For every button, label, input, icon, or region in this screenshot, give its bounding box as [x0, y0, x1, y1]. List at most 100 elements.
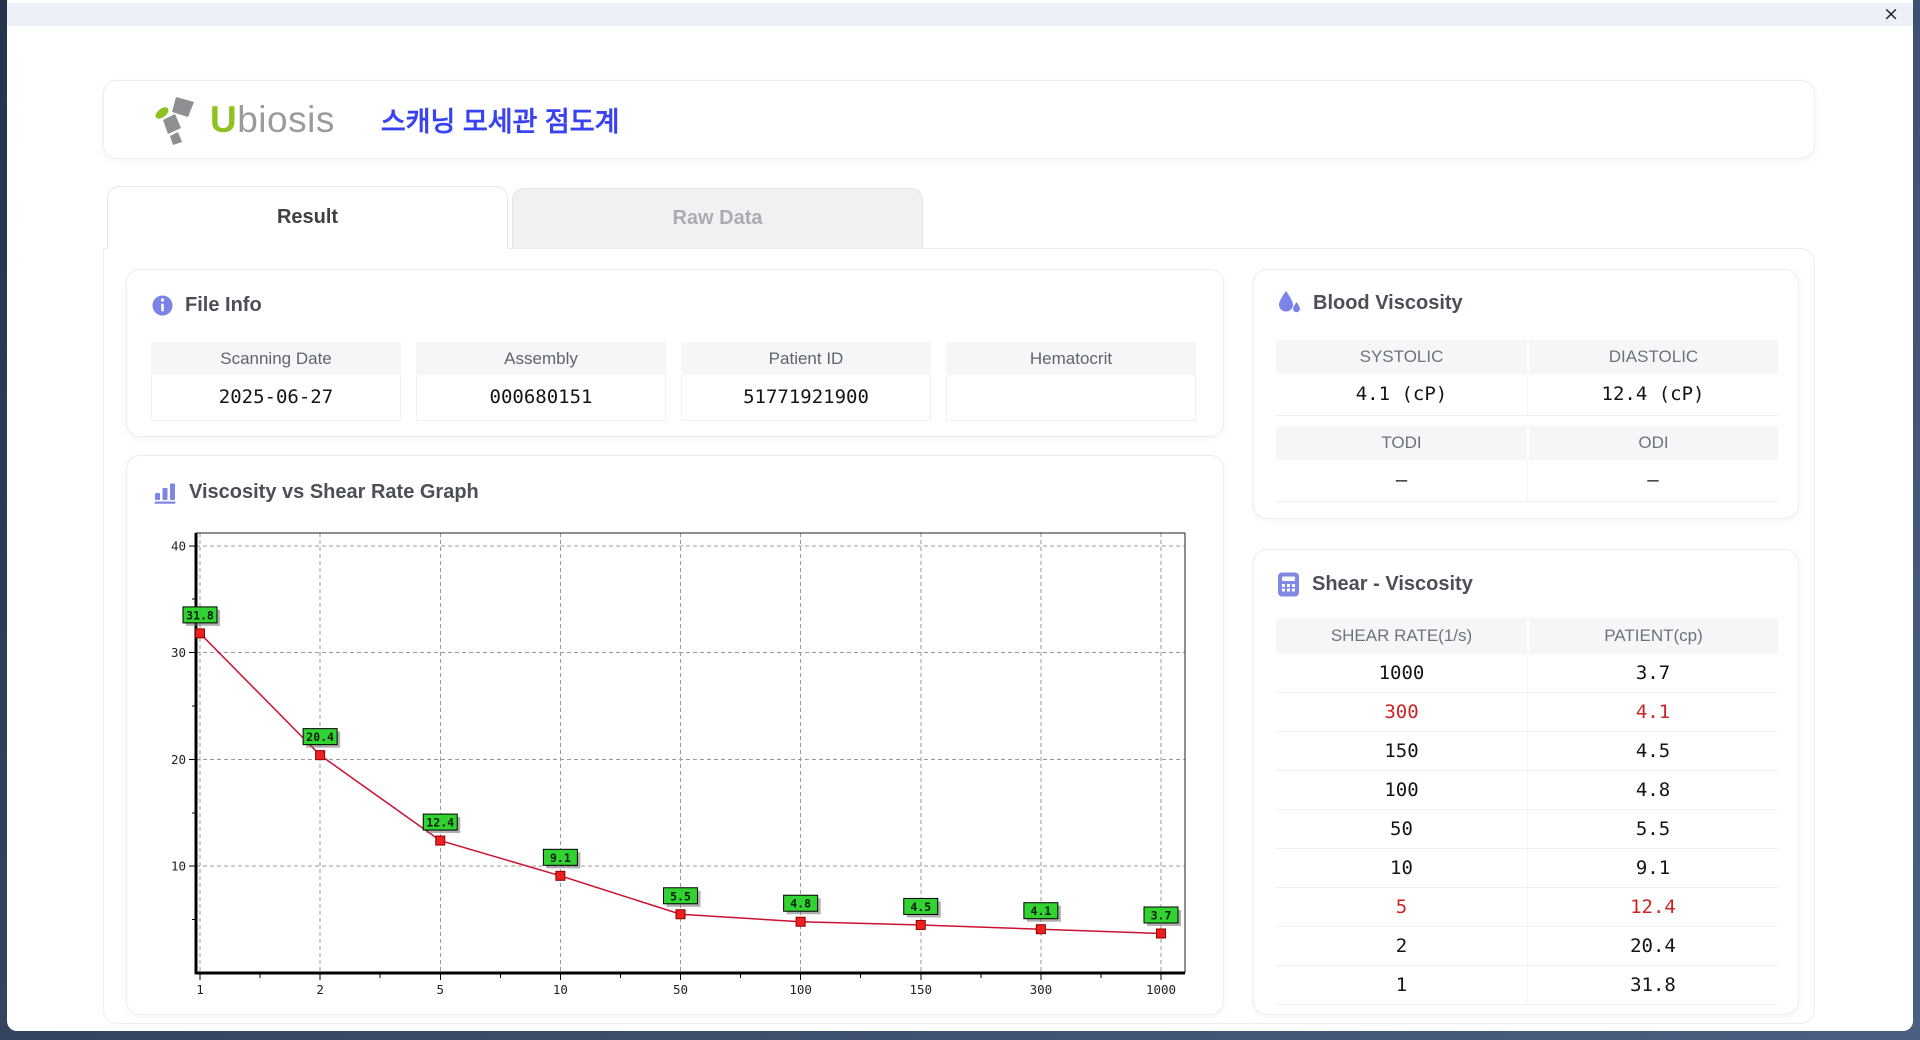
- shear-table-row: 1 31.8: [1276, 966, 1778, 1005]
- todi-header: TODI: [1381, 433, 1422, 452]
- shear-rate-cell: 50: [1390, 818, 1413, 840]
- y-tick-label: 30: [171, 645, 186, 660]
- shear-viscosity-heading: Shear - Viscosity: [1276, 572, 1473, 597]
- content-card: File Info Scanning Date 2025-06-27 Assem…: [103, 248, 1815, 1024]
- odi-value: –: [1527, 460, 1778, 501]
- logo-text-u: U: [210, 98, 238, 140]
- shear-table-header: SHEAR RATE(1/s) PATIENT(cp): [1276, 618, 1778, 654]
- blood-viscosity-heading: Blood Viscosity: [1276, 290, 1463, 316]
- logo: Ubiosis: [152, 93, 335, 147]
- shear-rate-cell: 300: [1384, 701, 1419, 723]
- shear-rate-cell: 10: [1390, 857, 1413, 879]
- shear-rate-cell: 150: [1384, 740, 1419, 762]
- shear-table-row: 1000 3.7: [1276, 654, 1778, 693]
- shear-table-row: 50 5.5: [1276, 810, 1778, 849]
- data-point-marker: [915, 919, 926, 930]
- todi-odi-table: TODI ODI – –: [1276, 426, 1778, 502]
- diastolic-value: 12.4 (cP): [1527, 374, 1778, 415]
- patient-cell: 3.7: [1527, 654, 1778, 692]
- shear-table-row: 10 9.1: [1276, 849, 1778, 888]
- shear-rate-cell: 1: [1395, 974, 1408, 996]
- logo-text-rest: biosis: [237, 98, 335, 140]
- blood-viscosity-card: Blood Viscosity SYSTOLIC DIASTOLIC 4.1 (…: [1253, 269, 1799, 519]
- patient-cell: 4.5: [1527, 732, 1778, 770]
- shear-rate-header: SHEAR RATE(1/s): [1330, 626, 1473, 645]
- x-tick-label: 2: [316, 982, 324, 997]
- tab-result[interactable]: Result: [107, 186, 508, 249]
- shear-table-row: 150 4.5: [1276, 732, 1778, 771]
- logo-text: Ubiosis: [210, 99, 335, 141]
- table-value-row: – –: [1276, 460, 1778, 502]
- close-icon[interactable]: ×: [1883, 3, 1899, 26]
- x-tick-label: 10: [553, 982, 568, 997]
- data-point-marker: [1035, 924, 1046, 935]
- patient-header: PATIENT(cp): [1527, 618, 1778, 654]
- shear-rate-cell: 2: [1395, 935, 1408, 957]
- data-point-marker: [795, 916, 806, 927]
- patient-cell: 9.1: [1527, 849, 1778, 887]
- y-tick-label: 20: [171, 752, 186, 767]
- shear-table-body: 1000 3.7 300 4.1 150 4.5 100 4.8 50 5.5 10 9.1 5 12.4…: [1276, 654, 1778, 1005]
- y-tick-label: 10: [171, 859, 186, 874]
- field-value: 51771921900: [681, 375, 931, 421]
- data-point-marker: [675, 909, 686, 920]
- file-info-card: File Info Scanning Date 2025-06-27 Assem…: [126, 269, 1224, 437]
- file-info-heading: File Info: [151, 294, 262, 317]
- todi-value: –: [1395, 469, 1408, 491]
- patient-cell: 5.5: [1527, 810, 1778, 848]
- field-assembly: Assembly 000680151: [416, 342, 666, 421]
- systolic-value: 4.1 (cP): [1355, 383, 1448, 405]
- field-value: [946, 375, 1196, 421]
- table-header-row: TODI ODI: [1276, 426, 1778, 460]
- shear-rate-cell: 5: [1395, 896, 1408, 918]
- point-label-text: 4.1: [1030, 904, 1051, 918]
- file-info-title: File Info: [185, 294, 262, 316]
- table-header-row: SYSTOLIC DIASTOLIC: [1276, 340, 1778, 374]
- shear-table-row: 300 4.1: [1276, 693, 1778, 732]
- shear-rate-cell: 1000: [1378, 662, 1425, 684]
- field-value: 2025-06-27: [151, 375, 401, 421]
- tab-raw-data[interactable]: Raw Data: [512, 188, 923, 248]
- shear-viscosity-title: Shear - Viscosity: [1312, 573, 1473, 595]
- data-point-marker: [1156, 928, 1166, 939]
- logo-icon: [155, 96, 194, 145]
- window-titlebar: ×: [7, 3, 1913, 26]
- point-label-text: 4.5: [910, 900, 931, 914]
- field-label: Assembly: [416, 342, 666, 375]
- patient-cell: 20.4: [1527, 927, 1778, 965]
- field-patient-id: Patient ID 51771921900: [681, 342, 931, 421]
- page-title: 스캐닝 모세관 점도계: [380, 107, 620, 137]
- odi-header: ODI: [1527, 426, 1778, 460]
- field-value: 000680151: [416, 375, 666, 421]
- x-tick-label: 1: [196, 982, 204, 997]
- x-tick-label: 5: [436, 982, 444, 997]
- data-point-marker: [195, 628, 205, 639]
- x-tick-label: 100: [789, 982, 812, 997]
- y-tick-label: 40: [171, 538, 186, 553]
- point-label-text: 20.4: [306, 730, 334, 744]
- field-label: Hematocrit: [946, 342, 1196, 375]
- diastolic-header: DIASTOLIC: [1527, 340, 1778, 374]
- table-value-row: 4.1 (cP) 12.4 (cP): [1276, 374, 1778, 416]
- patient-cell: 31.8: [1527, 966, 1778, 1004]
- graph-heading: Viscosity vs Shear Rate Graph: [153, 480, 479, 505]
- shear-rate-cell: 100: [1384, 779, 1419, 801]
- patient-cell: 4.8: [1527, 771, 1778, 809]
- point-label-text: 5.5: [670, 889, 691, 903]
- data-point-marker: [315, 750, 326, 761]
- x-tick-label: 300: [1030, 982, 1053, 997]
- x-tick-label: 1000: [1146, 982, 1176, 997]
- field-hematocrit: Hematocrit: [946, 342, 1196, 421]
- x-tick-label: 150: [909, 982, 932, 997]
- droplet-icon: [1279, 291, 1300, 313]
- bar-chart-icon: [154, 483, 176, 504]
- x-tick-label: 50: [673, 982, 688, 997]
- systolic-header: SYSTOLIC: [1359, 347, 1444, 366]
- blood-viscosity-title: Blood Viscosity: [1313, 291, 1463, 314]
- patient-cell: 4.1: [1527, 693, 1778, 731]
- chart-wrap: 10 20 30 40 1 2 5 10 50 100 150 300 1000 31.8 20.4 12.4…: [163, 526, 1203, 998]
- shear-table: SHEAR RATE(1/s) PATIENT(cp) 1000 3.7 300 4.…: [1276, 618, 1778, 1005]
- shear-table-row: 100 4.8: [1276, 771, 1778, 810]
- data-point-marker: [555, 870, 566, 881]
- calculator-icon: [1278, 572, 1299, 597]
